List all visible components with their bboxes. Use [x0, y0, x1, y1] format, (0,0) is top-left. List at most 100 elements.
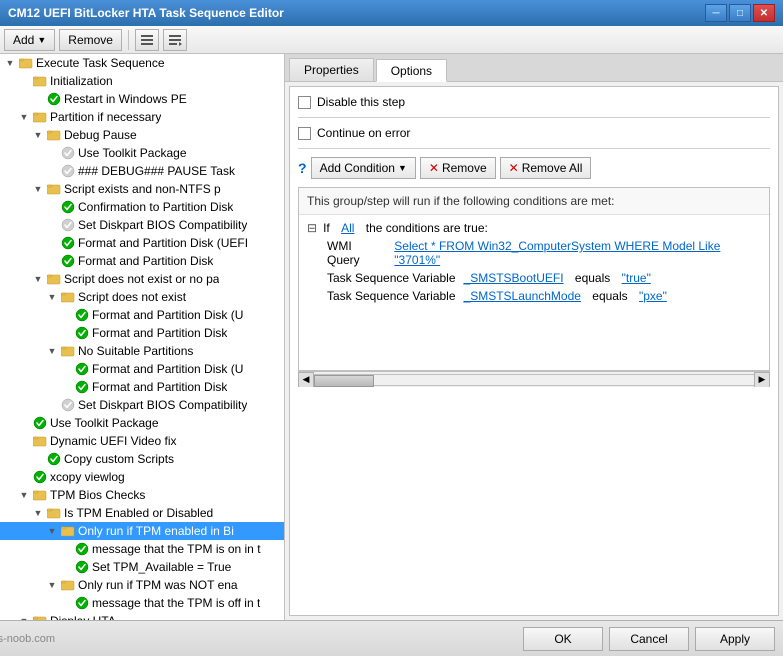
tsv1-var[interactable]: _SMSTSBootUEFI	[464, 271, 564, 285]
folder-icon	[46, 127, 62, 143]
remove-all-button[interactable]: ✕ Remove All	[500, 157, 592, 179]
tree-item[interactable]: ▼Display HTA	[0, 612, 284, 620]
tree-item[interactable]: Use Toolkit Package	[0, 144, 284, 162]
tab-options[interactable]: Options	[376, 59, 447, 82]
tree-item[interactable]: Set Diskpart BIOS Compatibility	[0, 396, 284, 414]
scroll-thumb[interactable]	[314, 375, 374, 387]
scroll-right-btn[interactable]: ▶	[754, 372, 770, 388]
conditions-true-label: the conditions are true:	[366, 221, 488, 235]
options-content: Disable this step Continue on error ? Ad…	[289, 86, 779, 616]
tree-item-label: Display HTA	[50, 614, 116, 620]
tree-item[interactable]: ▼Script does not exist or no pa	[0, 270, 284, 288]
remove-icon: ✕	[429, 161, 439, 175]
wmi-query-value[interactable]: Select * FROM Win32_ComputerSystem WHERE…	[394, 239, 761, 267]
tree-item[interactable]: message that the TPM is on in t	[0, 540, 284, 558]
step-icon	[74, 559, 90, 575]
tree-item[interactable]: xcopy viewlog	[0, 468, 284, 486]
tsv2-value[interactable]: "pxe"	[639, 289, 667, 303]
tree-item[interactable]: ▼Only run if TPM enabled in Bi	[0, 522, 284, 540]
cancel-button[interactable]: Cancel	[609, 627, 689, 651]
tree-item[interactable]: Format and Partition Disk	[0, 324, 284, 342]
step-icon	[74, 541, 90, 557]
tree-item-label: Dynamic UEFI Video fix	[50, 434, 177, 448]
add-label: Add	[13, 33, 34, 47]
disable-step-checkbox[interactable]	[298, 96, 311, 109]
tab-options-label: Options	[391, 64, 432, 78]
step-icon	[32, 415, 48, 431]
tree-item[interactable]: Format and Partition Disk (U	[0, 306, 284, 324]
tree-item[interactable]: ▼Execute Task Sequence	[0, 54, 284, 72]
apply-label: Apply	[720, 632, 750, 646]
wmi-query-label: WMI Query	[327, 239, 386, 267]
tree-item-label: Only run if TPM enabled in Bi	[78, 524, 234, 538]
tree-item[interactable]: ▼No Suitable Partitions	[0, 342, 284, 360]
all-link[interactable]: All	[341, 221, 354, 235]
expand-icon: ▼	[16, 112, 32, 122]
tree-item[interactable]: Format and Partition Disk	[0, 378, 284, 396]
folder-icon	[46, 181, 62, 197]
folder-icon	[60, 523, 76, 539]
tree-item[interactable]: Set Diskpart BIOS Compatibility	[0, 216, 284, 234]
add-condition-button[interactable]: Add Condition ▼	[311, 157, 416, 179]
folder-icon	[60, 577, 76, 593]
expand-icon: ▼	[44, 580, 60, 590]
tree-item[interactable]: ▼Script does not exist	[0, 288, 284, 306]
tree-item[interactable]: Set TPM_Available = True	[0, 558, 284, 576]
horizontal-scrollbar[interactable]: ◀ ▶	[298, 371, 770, 387]
step-icon	[60, 145, 76, 161]
tree-item[interactable]: ▼Only run if TPM was NOT ena	[0, 576, 284, 594]
maximize-button[interactable]: □	[729, 4, 751, 22]
toolbar-icon-1[interactable]	[135, 29, 159, 51]
remove-button[interactable]: Remove	[59, 29, 122, 51]
toolbar-icon-2[interactable]	[163, 29, 187, 51]
tab-bar: Properties Options	[285, 54, 783, 82]
tab-properties[interactable]: Properties	[289, 58, 374, 81]
tree-item[interactable]: ▼Partition if necessary	[0, 108, 284, 126]
step-icon	[74, 307, 90, 323]
tree-item-label: message that the TPM is off in t	[92, 596, 260, 610]
divider-1	[298, 117, 770, 118]
scroll-left-btn[interactable]: ◀	[298, 372, 314, 388]
tree-item[interactable]: ▼TPM Bios Checks	[0, 486, 284, 504]
tree-item[interactable]: Copy custom Scripts	[0, 450, 284, 468]
tree-item-label: Set Diskpart BIOS Compatibility	[78, 398, 247, 412]
apply-button[interactable]: Apply	[695, 627, 775, 651]
tree-item[interactable]: ▼Is TPM Enabled or Disabled	[0, 504, 284, 522]
tree-item[interactable]: Format and Partition Disk (UEFI	[0, 234, 284, 252]
tree-item[interactable]: Confirmation to Partition Disk	[0, 198, 284, 216]
tree-item[interactable]: ▼Debug Pause	[0, 126, 284, 144]
tree-item-label: Format and Partition Disk	[92, 380, 227, 394]
tree-item[interactable]: Restart in Windows PE	[0, 90, 284, 108]
tree-item-label: Format and Partition Disk	[92, 326, 227, 340]
minimize-button[interactable]: ─	[705, 4, 727, 22]
tree-item-label: Use Toolkit Package	[50, 416, 159, 430]
folder-icon	[32, 487, 48, 503]
tree-item[interactable]: ### DEBUG### PAUSE Task	[0, 162, 284, 180]
tree-item[interactable]: message that the TPM is off in t	[0, 594, 284, 612]
tsv2-var[interactable]: _SMSTSLaunchMode	[464, 289, 581, 303]
toolbar: Add ▼ Remove	[0, 26, 783, 54]
tree-item[interactable]: Format and Partition Disk	[0, 252, 284, 270]
bottom-bar: windows-noob.com OK Cancel Apply	[0, 620, 783, 656]
add-button[interactable]: Add ▼	[4, 29, 55, 51]
step-icon	[46, 91, 62, 107]
tree-item[interactable]: Initialization	[0, 72, 284, 90]
tree-item[interactable]: Use Toolkit Package	[0, 414, 284, 432]
title-bar-buttons: ─ □ ✕	[705, 4, 775, 22]
tree-content: ▼Execute Task SequenceInitializationRest…	[0, 54, 284, 620]
divider-2	[298, 148, 770, 149]
conditions-info: This group/step will run if the followin…	[299, 188, 769, 215]
step-icon	[46, 451, 62, 467]
continue-error-checkbox[interactable]	[298, 127, 311, 140]
tree-item[interactable]: ▼Script exists and non-NTFS p	[0, 180, 284, 198]
tsv1-label: Task Sequence Variable	[327, 271, 456, 285]
close-button[interactable]: ✕	[753, 4, 775, 22]
tree-item[interactable]: Dynamic UEFI Video fix	[0, 432, 284, 450]
remove-condition-button[interactable]: ✕ Remove	[420, 157, 496, 179]
step-icon	[60, 217, 76, 233]
remove-label: Remove	[68, 33, 113, 47]
tsv1-value[interactable]: "true"	[622, 271, 651, 285]
tree-item-label: Is TPM Enabled or Disabled	[64, 506, 213, 520]
ok-button[interactable]: OK	[523, 627, 603, 651]
tree-item[interactable]: Format and Partition Disk (U	[0, 360, 284, 378]
